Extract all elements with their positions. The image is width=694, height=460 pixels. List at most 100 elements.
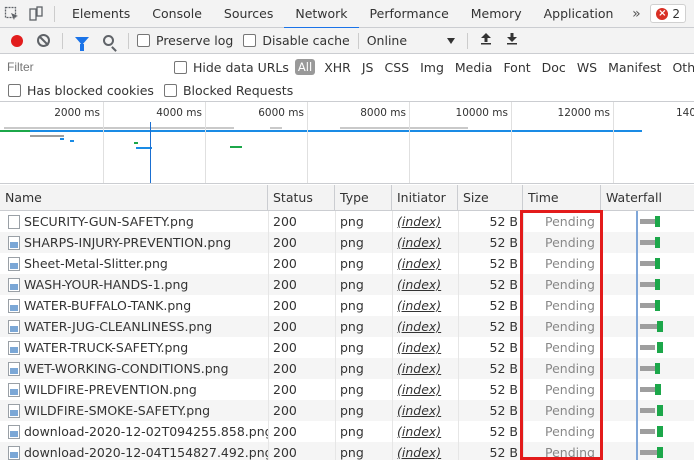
throttling-select[interactable]: Online bbox=[367, 33, 456, 48]
cell-name[interactable]: WATER-TRUCK-SAFETY.png bbox=[0, 337, 268, 358]
waterfall-download-bar bbox=[655, 384, 661, 395]
cell-initiator[interactable]: (index) bbox=[392, 211, 458, 232]
cell-size: 52 B bbox=[489, 214, 518, 229]
hide-data-urls-checkbox[interactable] bbox=[174, 60, 187, 74]
waterfall-wait-bar bbox=[640, 450, 657, 455]
cell-initiator[interactable]: (index) bbox=[392, 421, 458, 442]
filter-type-js[interactable]: JS bbox=[362, 60, 374, 75]
waterfall-wait-bar bbox=[640, 429, 655, 434]
request-name: Sheet-Metal-Slitter.png bbox=[24, 256, 168, 271]
tabbar-separator bbox=[54, 5, 55, 22]
cell-name[interactable]: download-2020-12-04T154827.492.png bbox=[0, 442, 268, 460]
disable-cache-checkbox[interactable] bbox=[243, 34, 257, 47]
waterfall-wait-bar bbox=[640, 345, 655, 350]
table-header: Name Status Type Initiator Size Time Waterfall bbox=[0, 185, 694, 211]
cell-initiator[interactable]: (index) bbox=[392, 442, 458, 460]
cell-name[interactable]: download-2020-12-02T094255.858.png bbox=[0, 421, 268, 442]
preserve-log-checkbox[interactable] bbox=[137, 34, 150, 47]
search-icon[interactable] bbox=[103, 35, 114, 46]
filter-type-other[interactable]: Other bbox=[672, 60, 694, 75]
record-icon[interactable] bbox=[11, 34, 23, 47]
cell-initiator[interactable]: (index) bbox=[392, 232, 458, 253]
cell-size: 52 B bbox=[489, 235, 518, 250]
cell-name[interactable]: WATER-JUG-CLEANLINESS.png bbox=[0, 316, 268, 337]
filter-input[interactable] bbox=[2, 57, 162, 77]
error-count-badge[interactable]: × 2 bbox=[650, 4, 686, 23]
cell-name[interactable]: Sheet-Metal-Slitter.png bbox=[0, 253, 268, 274]
time-column-highlight bbox=[520, 210, 603, 460]
cell-name[interactable]: SHARPS-INJURY-PREVENTION.png bbox=[0, 232, 268, 253]
waterfall-wait-bar bbox=[640, 408, 655, 413]
request-name: WATER-JUG-CLEANLINESS.png bbox=[24, 319, 213, 334]
column-header-time[interactable]: Time bbox=[523, 185, 601, 211]
overview-tick-label: 6000 ms bbox=[258, 107, 304, 119]
filter-icon[interactable] bbox=[75, 36, 89, 51]
tab-application[interactable]: Application bbox=[533, 0, 625, 28]
cell-initiator[interactable]: (index) bbox=[392, 358, 458, 379]
cell-name[interactable]: SECURITY-GUN-SAFETY.png bbox=[0, 211, 268, 232]
cell-status: 200 bbox=[273, 298, 297, 313]
blocked-cookies-checkbox[interactable] bbox=[8, 84, 21, 97]
network-overview[interactable]: 2000 ms 4000 ms 6000 ms 8000 ms 10000 ms 1200… bbox=[0, 102, 694, 184]
cell-initiator[interactable]: (index) bbox=[392, 316, 458, 337]
column-header-status[interactable]: Status bbox=[268, 185, 335, 211]
cell-status: 200 bbox=[273, 361, 297, 376]
tab-memory[interactable]: Memory bbox=[460, 0, 533, 28]
filter-type-all[interactable]: All bbox=[294, 59, 316, 75]
more-tabs-button[interactable]: » bbox=[624, 6, 648, 22]
export-har-icon[interactable] bbox=[506, 32, 518, 49]
filter-type-media[interactable]: Media bbox=[455, 60, 493, 75]
column-header-name[interactable]: Name bbox=[0, 185, 268, 211]
filter-type-xhr[interactable]: XHR bbox=[324, 60, 351, 75]
cell-type: png bbox=[340, 214, 364, 229]
cell-initiator[interactable]: (index) bbox=[392, 337, 458, 358]
cell-name[interactable]: WILDFIRE-SMOKE-SAFETY.png bbox=[0, 400, 268, 421]
cell-initiator[interactable]: (index) bbox=[392, 379, 458, 400]
filter-type-font[interactable]: Font bbox=[503, 60, 530, 75]
cell-type: png bbox=[340, 256, 364, 271]
clear-icon[interactable] bbox=[37, 34, 50, 47]
request-name: WASH-YOUR-HANDS-1.png bbox=[24, 277, 189, 292]
cell-name[interactable]: WATER-BUFFALO-TANK.png bbox=[0, 295, 268, 316]
cell-name[interactable]: WET-WORKING-CONDITIONS.png bbox=[0, 358, 268, 379]
overview-gray-bar bbox=[30, 135, 64, 137]
tab-performance[interactable]: Performance bbox=[359, 0, 460, 28]
filter-type-ws[interactable]: WS bbox=[577, 60, 597, 75]
toolbar-separator bbox=[357, 32, 359, 49]
cell-initiator[interactable]: (index) bbox=[392, 400, 458, 421]
tab-network[interactable]: Network bbox=[284, 0, 359, 29]
image-file-icon bbox=[8, 425, 20, 439]
cell-initiator[interactable]: (index) bbox=[392, 274, 458, 295]
inspect-element-icon[interactable] bbox=[0, 0, 24, 28]
error-icon: × bbox=[656, 7, 669, 20]
column-header-type[interactable]: Type bbox=[335, 185, 392, 211]
cell-status: 200 bbox=[273, 424, 297, 439]
column-header-initiator[interactable]: Initiator bbox=[392, 185, 458, 211]
error-count: 2 bbox=[672, 6, 680, 21]
filter-type-img[interactable]: Img bbox=[420, 60, 444, 75]
import-har-icon[interactable] bbox=[480, 32, 492, 49]
chevron-down-icon bbox=[447, 37, 456, 44]
filter-type-css[interactable]: CSS bbox=[384, 60, 409, 75]
cell-type: png bbox=[340, 340, 364, 355]
cell-initiator[interactable]: (index) bbox=[392, 253, 458, 274]
column-header-size[interactable]: Size bbox=[458, 185, 523, 211]
cell-status: 200 bbox=[273, 235, 297, 250]
tab-console[interactable]: Console bbox=[141, 0, 213, 28]
cell-status: 200 bbox=[273, 445, 297, 460]
filter-type-doc[interactable]: Doc bbox=[542, 60, 566, 75]
cell-status: 200 bbox=[273, 214, 297, 229]
blocked-requests-checkbox[interactable] bbox=[163, 84, 177, 97]
tab-sources[interactable]: Sources bbox=[213, 0, 284, 28]
cell-initiator[interactable]: (index) bbox=[392, 295, 458, 316]
overview-green-mark bbox=[134, 142, 138, 144]
cell-type: png bbox=[340, 382, 364, 397]
filter-type-manifest[interactable]: Manifest bbox=[608, 60, 661, 75]
cell-name[interactable]: WASH-YOUR-HANDS-1.png bbox=[0, 274, 268, 295]
device-toolbar-icon[interactable] bbox=[24, 0, 48, 28]
column-header-waterfall[interactable]: Waterfall bbox=[601, 185, 694, 211]
cell-status: 200 bbox=[273, 382, 297, 397]
blocked-cookies-label: Has blocked cookies bbox=[27, 83, 154, 98]
cell-name[interactable]: WILDFIRE-PREVENTION.png bbox=[0, 379, 268, 400]
tab-elements[interactable]: Elements bbox=[61, 0, 141, 28]
